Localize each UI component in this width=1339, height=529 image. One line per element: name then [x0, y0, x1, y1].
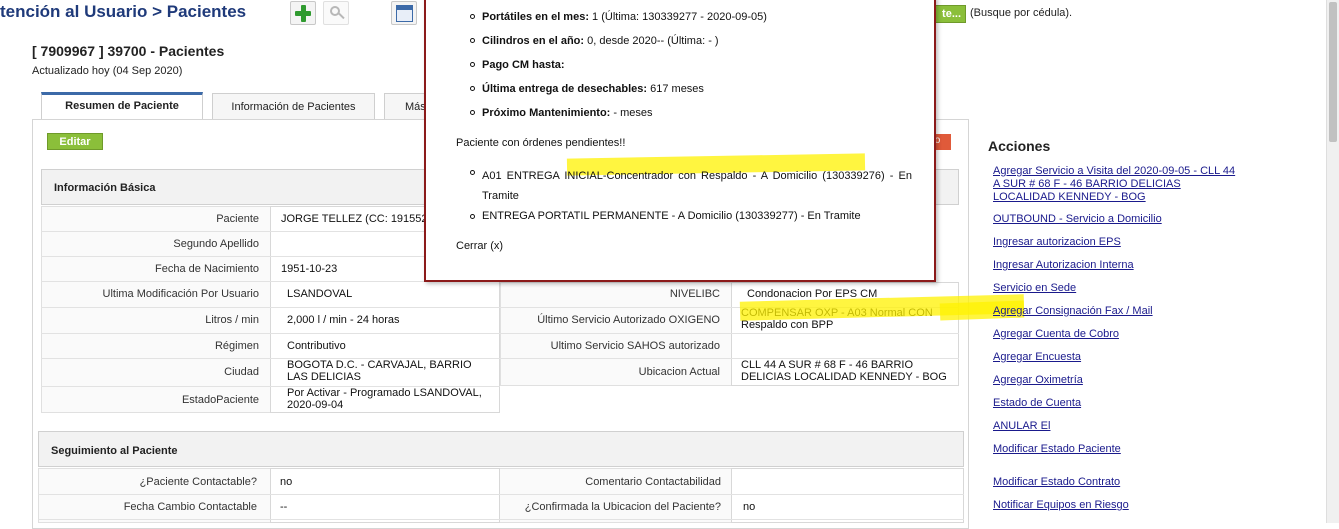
action-autorizacion-eps[interactable]: Ingresar autorizacion EPS — [993, 236, 1243, 249]
action-outbound[interactable]: OUTBOUND - Servicio a Domicilio — [993, 213, 1243, 226]
page-title: tención al Usuario > Pacientes — [0, 2, 247, 21]
updated-text: Actualizado hoy (04 Sep 2020) — [32, 65, 183, 77]
label-regimen: Régimen — [214, 340, 259, 352]
scrollbar-thumb[interactable] — [1329, 2, 1337, 142]
value-ubicacion-actual: CLL 44 A SUR # 68 F - 46 BARRIO DELICIAS… — [741, 359, 947, 383]
popup-item-desechables: Última entrega de desechables: 617 meses — [482, 83, 704, 95]
popup-close-link[interactable]: Cerrar (x) — [456, 240, 503, 252]
window-button[interactable] — [391, 1, 417, 25]
value-confirmada-ubicacion: no — [743, 501, 756, 513]
patient-info-popup: Portátiles en el mes: 1 (Última: 1303392… — [424, 0, 936, 282]
action-notificar-equipos[interactable]: Notificar Equipos en Riesgo — [993, 499, 1243, 512]
popup-item-portatiles: Portátiles en el mes: 1 (Última: 1303392… — [482, 11, 767, 23]
action-modificar-estado-contrato[interactable]: Modificar Estado Contrato — [993, 476, 1243, 489]
label-ultimo-servicio-oxigeno: Último Servicio Autorizado OXIGENO — [537, 314, 720, 326]
action-anular[interactable]: ANULAR El — [993, 420, 1243, 433]
action-consignacion[interactable]: Agregar Consignación Fax / Mail — [993, 305, 1243, 318]
action-autorizacion-interna[interactable]: Ingresar Autorizacion Interna — [993, 259, 1243, 272]
action-agregar-servicio-visita[interactable]: Agregar Servicio a Visita del 2020-09-05… — [993, 165, 1243, 204]
label-ciudad: Ciudad — [224, 366, 259, 378]
popup-pending-title: Paciente con órdenes pendientes!! — [456, 137, 626, 149]
label-fecha-cambio: Fecha Cambio Contactable — [123, 501, 257, 513]
add-button[interactable] — [290, 1, 316, 25]
popup-item-pago-cm: Pago CM hasta: — [482, 59, 565, 71]
action-modificar-estado-paciente[interactable]: Modificar Estado Paciente — [993, 443, 1243, 456]
value-contactable: no — [280, 476, 293, 488]
label-segundo-apellido: Segundo Apellido — [173, 238, 259, 250]
value-fecha-nacimiento: 1951-10-23 — [281, 263, 338, 275]
lookup-hint: (Busque por cédula). — [970, 7, 1073, 19]
edit-button[interactable]: Editar — [47, 133, 103, 150]
value-litros: 2,000 l / min - 24 horas — [287, 314, 400, 326]
search-button[interactable] — [323, 1, 349, 25]
label-ubicacion-actual: Ubicacion Actual — [638, 366, 720, 378]
label-nivelibc: NIVELIBC — [669, 288, 720, 300]
value-ultima-modificacion: LSANDOVAL — [287, 288, 353, 300]
patient-heading: [ 7909967 ] 39700 - Pacientes — [32, 43, 225, 59]
popup-order-2: ENTREGA PORTATIL PERMANENTE - A Domicili… — [482, 210, 861, 222]
window-icon — [396, 5, 413, 22]
tab-informacion[interactable]: Información de Pacientes — [212, 93, 375, 119]
label-contactable: ¿Paciente Contactable? — [139, 476, 257, 488]
page-scrollbar[interactable] — [1326, 0, 1339, 523]
popup-order-1: A01 ENTREGA INICIAL-Concentrador con Res… — [482, 170, 912, 202]
popup-item-cilindros: Cilindros en el año: 0, desde 2020-- (Úl… — [482, 35, 719, 47]
label-ultimo-servicio-sahos: Ultimo Servicio SAHOS autorizado — [550, 340, 720, 352]
tab-resumen[interactable]: Resumen de Paciente — [41, 92, 203, 119]
action-servicio-sede[interactable]: Servicio en Sede — [993, 282, 1243, 295]
action-estado-cuenta[interactable]: Estado de Cuenta — [993, 397, 1243, 410]
action-oximetria[interactable]: Agregar Oximetría — [993, 374, 1243, 387]
label-litros: Litros / min — [205, 314, 259, 326]
value-paciente: JORGE TELLEZ (CC: 1915529 — [281, 213, 431, 225]
followup-header: Seguimiento al Paciente — [38, 431, 964, 467]
label-fecha-nacimiento: Fecha de Nacimiento — [155, 263, 259, 275]
label-confirmada-ubicacion: ¿Confirmada la Ubicacion del Paciente? — [524, 501, 721, 513]
label-estado-paciente: EstadoPaciente — [181, 394, 259, 406]
value-regimen: Contributivo — [287, 340, 346, 352]
action-cuenta-cobro[interactable]: Agregar Cuenta de Cobro — [993, 328, 1243, 341]
action-encuesta[interactable]: Agregar Encuesta — [993, 351, 1243, 364]
label-ultima-modificacion: Ultima Modificación Por Usuario — [102, 288, 260, 300]
value-fecha-cambio: -- — [280, 501, 288, 513]
value-estado-paciente: Por Activar - Programado LSANDOVAL, 2020… — [287, 387, 482, 411]
label-paciente: Paciente — [216, 213, 259, 225]
popup-item-mantenimiento: Próximo Mantenimiento: - meses — [482, 107, 653, 119]
actions-title: Acciones — [988, 138, 1051, 154]
value-ciudad: BOGOTA D.C. - CARVAJAL, BARRIO LAS DELIC… — [287, 359, 472, 383]
label-comentario-contactabilidad: Comentario Contactabilidad — [585, 476, 721, 488]
